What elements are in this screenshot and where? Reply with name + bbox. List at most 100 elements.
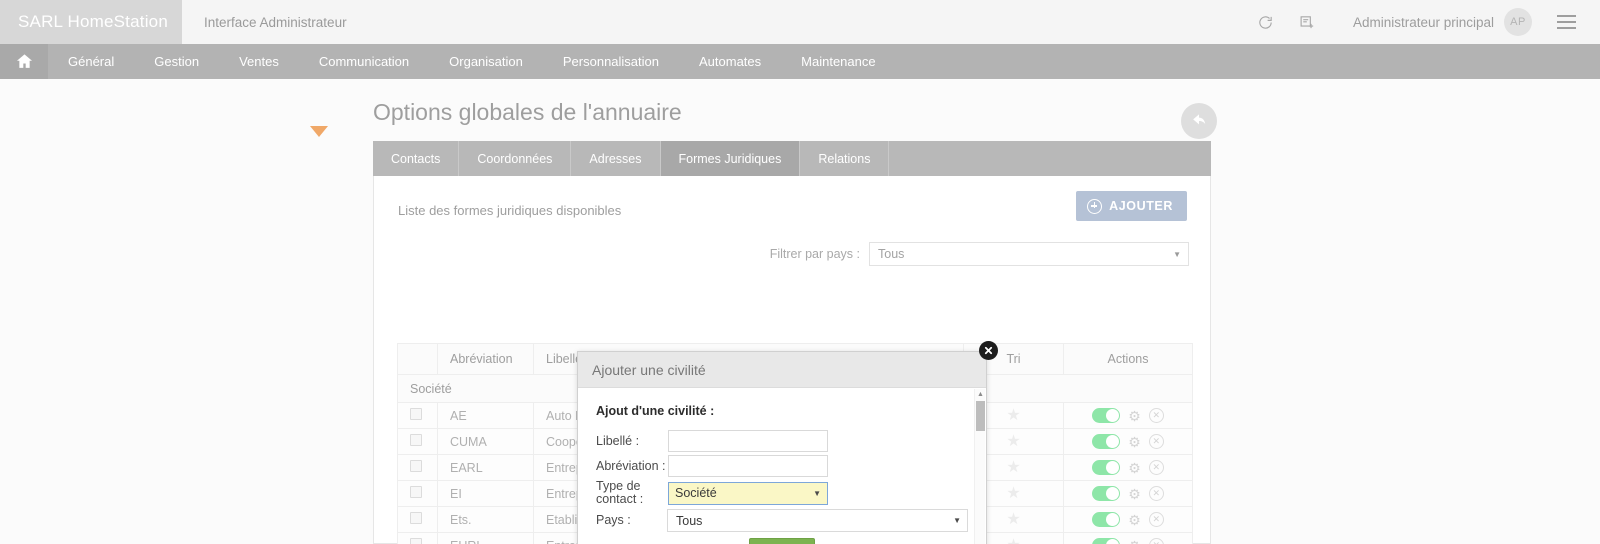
close-icon[interactable] xyxy=(979,341,998,360)
type-contact-select[interactable]: Société ▼ xyxy=(668,481,828,505)
gear-icon[interactable]: ⚙ xyxy=(1128,487,1141,501)
plus-circle-icon xyxy=(1087,198,1103,214)
table-header-actions: Actions xyxy=(1063,343,1193,375)
chevron-down-icon: ▼ xyxy=(813,488,821,498)
row-checkbox[interactable] xyxy=(410,408,422,420)
field-row-libelle: Libellé : xyxy=(596,430,968,452)
star-icon[interactable]: ★ xyxy=(1006,407,1020,424)
scroll-up-arrow-icon[interactable]: ▲ xyxy=(975,389,986,400)
abreviation-label: Abréviation : xyxy=(596,458,666,473)
interface-title: Interface Administrateur xyxy=(204,14,347,30)
menu-item-gestion[interactable]: Gestion xyxy=(134,44,219,79)
star-icon[interactable]: ★ xyxy=(1006,433,1020,450)
menu-item-ventes[interactable]: Ventes xyxy=(219,44,299,79)
gear-icon[interactable]: ⚙ xyxy=(1128,435,1141,449)
row-checkbox[interactable] xyxy=(410,512,422,524)
application-window: SARL HomeStation Interface Administrateu… xyxy=(0,0,1600,544)
tab-contacts[interactable]: Contacts xyxy=(373,141,460,176)
menu-item-maintenance[interactable]: Maintenance xyxy=(781,44,895,79)
filter-row: Filtrer par pays : Tous ▼ xyxy=(374,236,1212,272)
active-toggle[interactable] xyxy=(1092,408,1121,423)
user-name[interactable]: Administrateur principal xyxy=(1353,15,1494,30)
modal-submit-button[interactable]: AJOUTER xyxy=(749,538,815,544)
modal-title-bar[interactable]: Ajouter une civilité xyxy=(578,352,986,388)
libelle-input[interactable] xyxy=(668,430,828,452)
active-tab-caret-icon xyxy=(310,126,328,137)
gear-icon[interactable]: ⚙ xyxy=(1128,461,1141,475)
menu-item-communication[interactable]: Communication xyxy=(299,44,429,79)
menu-item-automates[interactable]: Automates xyxy=(679,44,781,79)
star-icon[interactable]: ★ xyxy=(1006,511,1020,528)
libelle-label: Libellé : xyxy=(596,433,640,448)
refresh-icon[interactable] xyxy=(1245,0,1287,44)
row-checkbox[interactable] xyxy=(410,486,422,498)
row-checkbox[interactable] xyxy=(410,460,422,472)
list-caption: Liste des formes juridiques disponibles xyxy=(398,203,622,218)
chevron-down-icon: ▼ xyxy=(953,516,961,525)
cell-abreviation: EI xyxy=(437,480,534,507)
cell-abreviation: Ets. xyxy=(437,506,534,533)
panel-header: Liste des formes juridiques disponibles … xyxy=(374,176,1210,266)
type-contact-label: Type de contact : xyxy=(596,479,644,506)
star-icon[interactable]: ★ xyxy=(1006,459,1020,476)
brand-logo[interactable]: SARL HomeStation xyxy=(0,0,182,44)
row-checkbox[interactable] xyxy=(410,538,422,544)
top-bar-actions: Administrateur principal AP xyxy=(1245,0,1600,44)
filter-label: Filtrer par pays : xyxy=(769,247,860,261)
gear-icon[interactable]: ⚙ xyxy=(1128,539,1141,544)
page-content: Options globales de l'annuaire Contacts … xyxy=(0,79,1600,544)
field-row-pays: Pays : Tous ▼ xyxy=(596,509,968,532)
hamburger-icon[interactable] xyxy=(1546,0,1586,44)
scrollbar-thumb[interactable] xyxy=(976,401,985,431)
country-filter-select[interactable]: Tous ▼ xyxy=(869,242,1189,266)
tab-bar: Contacts Coordonnées Adresses Formes Jur… xyxy=(373,141,1211,176)
add-button[interactable]: AJOUTER xyxy=(1076,191,1187,221)
active-toggle[interactable] xyxy=(1092,538,1121,544)
active-toggle[interactable] xyxy=(1092,512,1121,527)
table-header-select xyxy=(397,343,438,375)
menu-item-organisation[interactable]: Organisation xyxy=(429,44,543,79)
menu-item-personnalisation[interactable]: Personnalisation xyxy=(543,44,679,79)
row-checkbox[interactable] xyxy=(410,434,422,446)
note-add-icon[interactable] xyxy=(1287,0,1329,44)
add-civility-modal: Ajouter une civilité Ajout d'une civilit… xyxy=(577,341,998,544)
delete-icon[interactable]: ✕ xyxy=(1148,538,1164,544)
modal-body: Ajout d'une civilité : Libellé : Abrévia… xyxy=(578,388,986,544)
row-actions: ⚙ ✕ xyxy=(1076,434,1180,449)
cell-abreviation: EURL xyxy=(437,532,534,544)
top-bar: SARL HomeStation Interface Administrateu… xyxy=(0,0,1600,44)
delete-icon[interactable]: ✕ xyxy=(1148,460,1164,475)
delete-icon[interactable]: ✕ xyxy=(1148,408,1164,423)
field-row-type-contact: Type de contact : Société ▼ xyxy=(596,480,968,506)
chevron-down-icon: ▼ xyxy=(1173,249,1181,259)
active-toggle[interactable] xyxy=(1092,434,1121,449)
tab-relations[interactable]: Relations xyxy=(800,141,890,176)
pays-value: Tous xyxy=(676,513,703,528)
gear-icon[interactable]: ⚙ xyxy=(1128,409,1141,423)
delete-icon[interactable]: ✕ xyxy=(1148,486,1164,501)
modal-subtitle: Ajout d'une civilité : xyxy=(596,404,715,418)
tab-formes-juridiques[interactable]: Formes Juridiques xyxy=(660,141,801,176)
modal-scrollbar[interactable]: ▲ ▼ xyxy=(974,389,985,544)
pays-select[interactable]: Tous ▼ xyxy=(667,509,968,532)
abreviation-input[interactable] xyxy=(668,455,828,477)
cell-abreviation: EARL xyxy=(437,454,534,481)
active-toggle[interactable] xyxy=(1092,486,1121,501)
home-icon[interactable] xyxy=(0,44,48,79)
gear-icon[interactable]: ⚙ xyxy=(1128,513,1141,527)
delete-icon[interactable]: ✕ xyxy=(1148,512,1164,527)
star-icon[interactable]: ★ xyxy=(1006,485,1020,502)
active-toggle[interactable] xyxy=(1092,460,1121,475)
pays-label: Pays : xyxy=(596,513,631,527)
tab-coordonnees[interactable]: Coordonnées xyxy=(459,141,572,176)
star-icon[interactable]: ★ xyxy=(1006,537,1020,544)
avatar[interactable]: AP xyxy=(1504,8,1532,36)
row-actions: ⚙ ✕ xyxy=(1076,408,1180,423)
cell-abreviation: CUMA xyxy=(437,428,534,455)
tab-adresses[interactable]: Adresses xyxy=(571,141,661,176)
table-header-abreviation[interactable]: Abréviation xyxy=(437,343,534,375)
menu-item-general[interactable]: Général xyxy=(48,44,134,79)
undo-arrow-icon[interactable] xyxy=(1181,103,1217,139)
delete-icon[interactable]: ✕ xyxy=(1148,434,1164,449)
page-title: Options globales de l'annuaire xyxy=(373,99,682,125)
